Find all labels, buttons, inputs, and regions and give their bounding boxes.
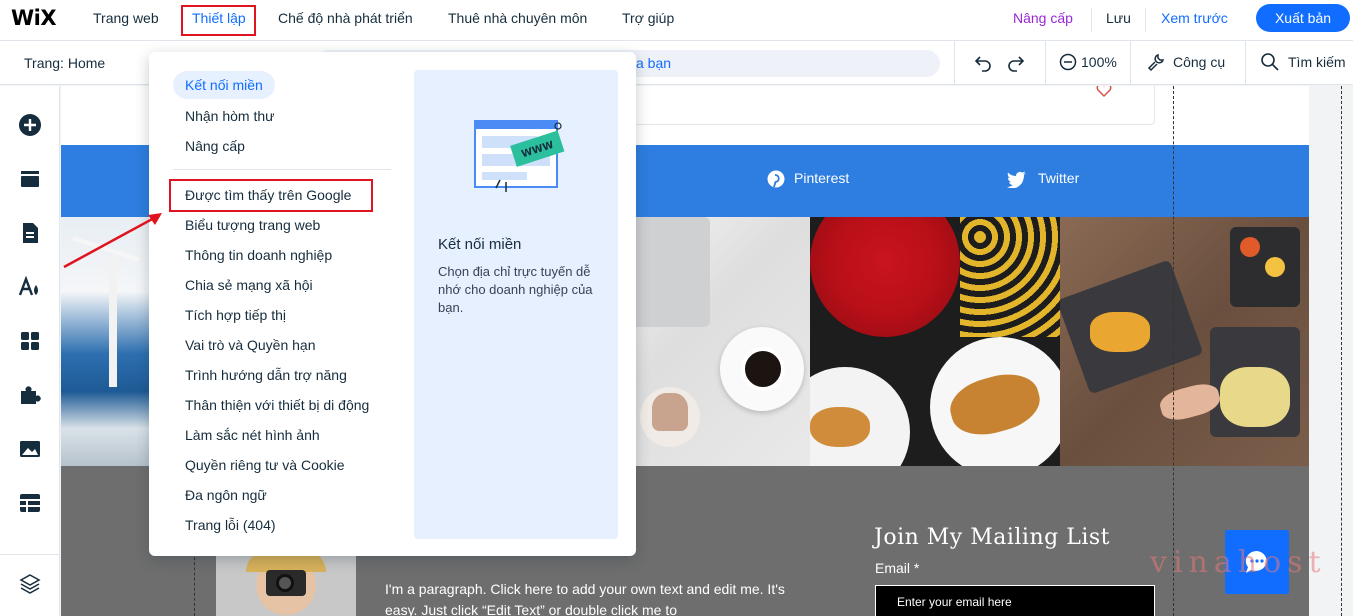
upgrade-link[interactable]: Nâng cấp — [1013, 0, 1073, 40]
publish-button[interactable]: Xuất bản — [1256, 4, 1350, 32]
menu-upgrade[interactable]: Nâng cấp — [185, 138, 245, 154]
settings-dropdown: Kết nối miền Nhận hòm thư Nâng cấp Được … — [149, 52, 636, 556]
divider — [1091, 8, 1092, 32]
menu-favicon[interactable]: Biểu tượng trang web — [185, 217, 320, 233]
menu-roles-permissions[interactable]: Vai trò và Quyền hạn — [185, 337, 315, 353]
photo-tapas[interactable] — [1060, 217, 1309, 466]
media-icon[interactable] — [18, 437, 42, 461]
divider — [1145, 8, 1146, 32]
info-description: Chọn địa chỉ trực tuyến dễ nhớ cho doanh… — [438, 264, 593, 315]
pillar — [109, 257, 117, 387]
divider — [0, 554, 60, 555]
wix-logo[interactable]: WiX — [11, 6, 57, 30]
highlight-box-google — [169, 179, 373, 212]
email-label: Email * — [875, 560, 920, 576]
tools-button[interactable]: Công cụ — [1173, 54, 1225, 70]
coffee-cup — [741, 347, 785, 391]
menu-social-share[interactable]: Chia sẻ mạng xã hội — [185, 277, 313, 293]
menu-404-page[interactable]: Trang lỗi (404) — [185, 517, 276, 533]
zoom-level[interactable]: 100% — [1081, 54, 1117, 70]
info-panel: WWW Kết nối miền Chọn địa chỉ trực tuyến… — [414, 70, 618, 539]
annotation-arrow-icon — [63, 213, 162, 269]
photo-strawberries[interactable] — [810, 217, 1060, 466]
twitter-icon[interactable] — [1007, 171, 1027, 188]
business-apps-icon[interactable] — [18, 383, 42, 407]
email-input[interactable]: Enter your email here — [875, 585, 1155, 616]
page-selector[interactable]: Trang: Home — [24, 55, 105, 71]
undo-icon[interactable] — [973, 52, 993, 72]
divider — [1045, 41, 1046, 85]
strawberry-bowl — [810, 217, 960, 337]
divider — [1245, 41, 1246, 85]
site-url-text: a bạn — [636, 55, 672, 71]
laptop — [630, 217, 710, 327]
guide-line — [1341, 86, 1342, 616]
save-button[interactable]: Lưu — [1106, 0, 1131, 40]
nav-help[interactable]: Trợ giúp — [622, 0, 674, 40]
menu-accessibility-wizard[interactable]: Trình hướng dẫn trợ năng — [185, 367, 347, 383]
nav-dev-mode[interactable]: Chế độ nhà phát triển — [278, 0, 413, 40]
pinterest-link[interactable]: Pinterest — [794, 170, 849, 186]
sauce-bowl — [1240, 237, 1260, 257]
cms-icon[interactable] — [18, 491, 42, 515]
nav-site[interactable]: Trang web — [93, 0, 159, 40]
sauce-bowl — [1265, 257, 1285, 277]
info-title: Kết nối miền — [438, 236, 522, 253]
guide-line — [1173, 86, 1174, 616]
mailing-list-title[interactable]: Join My Mailing List — [874, 525, 1110, 550]
divider — [954, 41, 955, 85]
fries — [1090, 312, 1150, 352]
design-icon[interactable] — [18, 275, 42, 299]
tools-icon[interactable] — [1146, 52, 1166, 72]
menu-marketing-integrations[interactable]: Tích hợp tiếp thị — [185, 307, 286, 323]
menu-get-mailbox[interactable]: Nhận hòm thư — [185, 108, 275, 124]
search-icon[interactable] — [1260, 52, 1280, 72]
highlight-box-settings — [181, 5, 256, 36]
redo-icon[interactable] — [1006, 52, 1026, 72]
menu-business-info[interactable]: Thông tin doanh nghiệp — [185, 247, 332, 263]
croissant-small — [810, 407, 870, 447]
add-icon[interactable] — [18, 113, 42, 137]
footer-paragraph[interactable]: I'm a paragraph. Click here to add your … — [385, 579, 785, 616]
heart-icon[interactable] — [1096, 86, 1112, 98]
menu-divider — [173, 169, 391, 170]
divider — [1130, 41, 1131, 85]
search-button[interactable]: Tìm kiếm — [1288, 54, 1346, 70]
camera-lens — [276, 574, 294, 592]
photographer-image[interactable] — [216, 550, 356, 616]
meringue — [652, 393, 688, 431]
nav-hire-pro[interactable]: Thuê nhà chuyên môn — [448, 0, 587, 40]
layers-icon[interactable] — [18, 572, 42, 596]
menu-privacy-cookies[interactable]: Quyền riêng tư và Cookie — [185, 457, 345, 473]
sections-icon[interactable] — [18, 167, 42, 191]
salad — [1220, 367, 1290, 427]
pages-icon[interactable] — [18, 221, 42, 245]
domain-illustration-icon: WWW — [474, 120, 565, 192]
photo-coffee[interactable] — [630, 217, 810, 466]
left-toolbar — [0, 86, 60, 616]
watermark-logo: vinahost — [1150, 545, 1327, 580]
menu-multilingual[interactable]: Đa ngôn ngữ — [185, 487, 267, 503]
preview-button[interactable]: Xem trước — [1161, 0, 1228, 40]
menu-mobile-friendly[interactable]: Thân thiện với thiết bị di động — [185, 397, 369, 413]
zoom-out-icon[interactable] — [1058, 52, 1078, 72]
apps-icon[interactable] — [18, 329, 42, 353]
twitter-link[interactable]: Twitter — [1038, 170, 1079, 186]
menu-connect-domain[interactable]: Kết nối miền — [173, 71, 275, 99]
top-bar: WiX Trang web Thiết lập Chế độ nhà phát … — [0, 0, 1353, 41]
pinterest-icon[interactable] — [767, 170, 785, 188]
menu-image-sharpening[interactable]: Làm sắc nét hình ảnh — [185, 427, 320, 443]
patterned-cloth — [960, 217, 1060, 337]
